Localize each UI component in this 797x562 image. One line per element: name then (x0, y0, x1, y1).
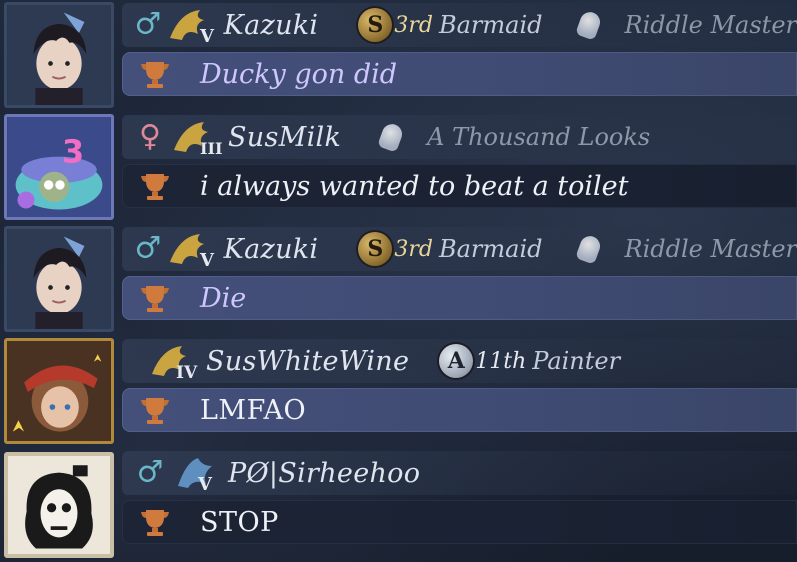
trophy-icon (138, 395, 172, 425)
player-avatar[interactable] (4, 338, 114, 444)
male-icon: ♂ (136, 455, 164, 490)
trophy-icon (138, 171, 172, 201)
rank-badge: S 3rd Barmaid (358, 232, 543, 266)
rank-v-icon: V (168, 452, 222, 494)
chat-log: ♂ V Kazuki S 3rd Barmaid Riddle Master D… (0, 0, 797, 562)
rank-iv-icon: IV (146, 340, 200, 382)
male-character-portrait (7, 229, 111, 329)
badge-place: 3rd (394, 12, 433, 38)
message-header: ♂ V Kazuki S 3rd Barmaid Riddle Master (122, 3, 797, 47)
message-header: ♂ V PØ|Sirheehoo (122, 451, 797, 495)
message-header: ♂ V Kazuki S 3rd Barmaid Riddle Master (122, 227, 797, 271)
player-name[interactable]: Kazuki (224, 10, 319, 41)
message-text: LMFAO (200, 394, 307, 426)
rank-v-icon: V (164, 4, 218, 46)
red-hat-portrait (7, 341, 111, 441)
male-icon: ♂ (134, 231, 162, 266)
player-name[interactable]: SusWhiteWine (206, 346, 409, 377)
male-icon: ♂ (134, 7, 162, 42)
rank-iii-icon: III (168, 116, 222, 158)
ghost-icon (377, 121, 405, 153)
trophy-icon (138, 59, 172, 89)
ghost-icon (574, 9, 603, 41)
message-text: Die (200, 282, 247, 314)
s-medal-icon: S (358, 232, 393, 266)
player-title: A Thousand Looks (377, 121, 651, 153)
player-title-text: A Thousand Looks (427, 123, 651, 151)
badge-place: 11th (475, 348, 527, 374)
chat-message: IV SusWhiteWine A 11th Painter LMFAO (0, 336, 797, 448)
player-avatar[interactable] (4, 452, 114, 558)
a-medal-icon: A (439, 344, 474, 378)
message-bubble[interactable]: i always wanted to beat a toilet (122, 164, 797, 208)
message-bubble[interactable]: Die (122, 276, 797, 320)
rank-badge: A 11th Painter (439, 344, 620, 378)
message-bubble[interactable]: Ducky gon did (122, 52, 797, 96)
chat-message: ♂ V PØ|Sirheehoo STOP (0, 448, 797, 562)
message-header: IV SusWhiteWine A 11th Painter (122, 339, 797, 383)
message-text: Ducky gon did (200, 58, 398, 90)
badge-place: 3rd (394, 236, 433, 262)
player-avatar[interactable] (4, 2, 114, 108)
message-header: ♀ III SusMilk A Thousand Looks (122, 115, 797, 159)
female-icon: ♀ (139, 119, 161, 154)
birthday-cake-portrait: 3 (7, 117, 111, 217)
svg-text:V: V (199, 250, 215, 270)
rank-v-icon: V (164, 228, 218, 270)
badge-title: Barmaid (438, 235, 543, 263)
svg-text:V: V (197, 474, 213, 494)
player-name[interactable]: PØ|Sirheehoo (228, 458, 420, 489)
male-character-portrait (7, 5, 111, 105)
svg-text:3: 3 (62, 132, 84, 170)
player-name[interactable]: SusMilk (228, 122, 341, 153)
badge-title: Painter (532, 347, 621, 375)
player-avatar[interactable] (4, 226, 114, 332)
chat-message: ♂ V Kazuki S 3rd Barmaid Riddle Master D… (0, 0, 797, 112)
message-bubble[interactable]: LMFAO (122, 388, 797, 432)
message-text: i always wanted to beat a toilet (200, 170, 629, 202)
chat-message: 3 ♀ III SusMilk A Thousand Looks i alway… (0, 112, 797, 224)
player-title-text: Riddle Master (624, 235, 797, 263)
chat-message: ♂ V Kazuki S 3rd Barmaid Riddle Master D… (0, 224, 797, 336)
ghost-icon (574, 233, 603, 265)
trophy-icon (138, 283, 172, 313)
pale-figure-portrait (8, 456, 110, 554)
rank-badge: S 3rd Barmaid (358, 8, 543, 42)
player-avatar[interactable]: 3 (4, 114, 114, 220)
badge-title: Barmaid (438, 11, 543, 39)
player-title: Riddle Master (574, 9, 797, 41)
svg-text:III: III (200, 139, 222, 158)
player-title: Riddle Master (574, 233, 797, 265)
player-title-text: Riddle Master (624, 11, 797, 39)
message-text: STOP (200, 506, 279, 538)
svg-text:V: V (199, 26, 215, 46)
s-medal-icon: S (358, 8, 393, 42)
player-name[interactable]: Kazuki (224, 234, 319, 265)
svg-text:IV: IV (176, 363, 198, 382)
trophy-icon (138, 507, 172, 537)
message-bubble[interactable]: STOP (122, 500, 797, 544)
